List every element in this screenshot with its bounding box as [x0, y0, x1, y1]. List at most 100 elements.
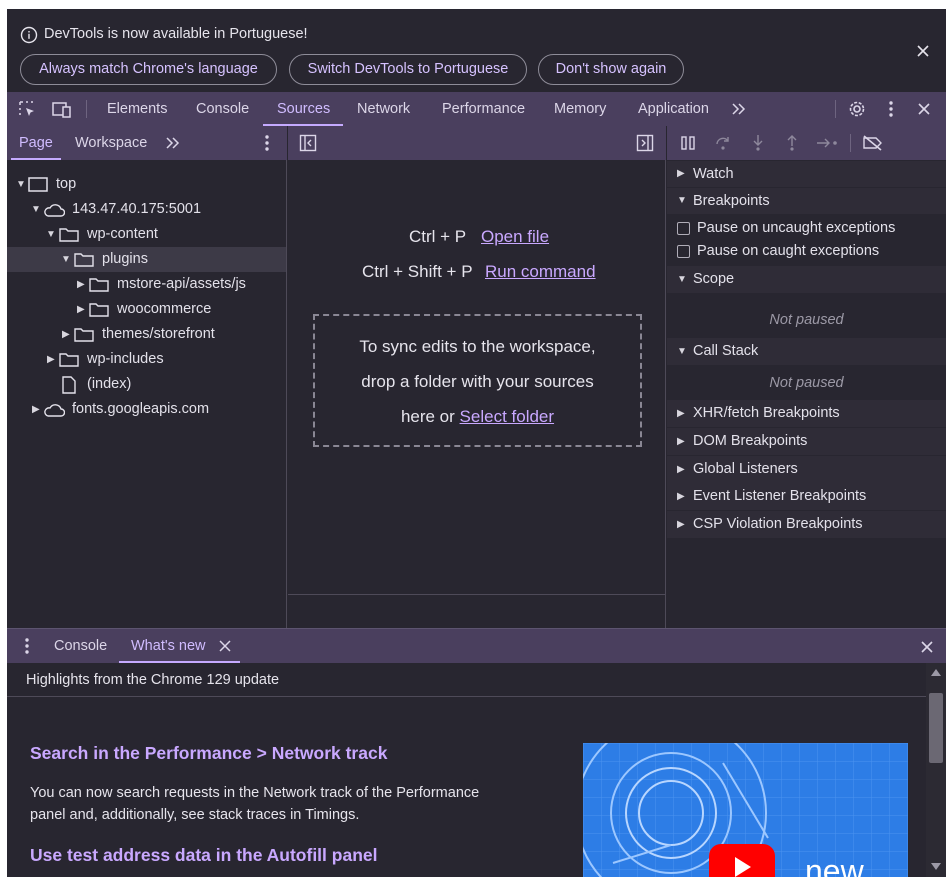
more-tabs-chevron-icon[interactable] [731, 102, 747, 116]
navigator-menu-icon[interactable] [264, 134, 270, 152]
settings-gear-icon[interactable] [847, 99, 867, 119]
more-tabs-chevron-icon[interactable] [165, 136, 181, 150]
tree-item-plugins[interactable]: ▼ plugins [7, 247, 286, 272]
switch-to-portuguese-button[interactable]: Switch DevTools to Portuguese [289, 54, 527, 85]
scope-section-header[interactable]: ▼ Scope [667, 266, 946, 293]
close-infobar-icon[interactable] [916, 44, 930, 58]
pause-icon[interactable] [680, 135, 696, 151]
tab-workspace[interactable]: Workspace [75, 126, 147, 160]
expanded-arrow-icon: ▼ [677, 195, 687, 206]
toggle-navigator-icon[interactable] [299, 134, 317, 152]
toolbar-divider [835, 100, 836, 118]
global-listeners-header[interactable]: ▶ Global Listeners [667, 456, 946, 483]
folder-icon [89, 303, 109, 317]
scrollbar-thumb[interactable] [929, 693, 943, 763]
tree-item-fonts-googleapis[interactable]: ▶ fonts.googleapis.com [7, 397, 286, 422]
tab-performance[interactable]: Performance [442, 92, 525, 126]
workspace-drop-zone[interactable]: To sync edits to the workspace, drop a f… [313, 314, 642, 447]
dont-show-again-button[interactable]: Don't show again [538, 54, 684, 85]
tree-item-label: top [56, 176, 77, 192]
select-folder-link[interactable]: Select folder [460, 407, 555, 426]
tree-item-woocommerce[interactable]: ▶ woocommerce [7, 297, 286, 322]
checkbox-label: Pause on caught exceptions [697, 243, 880, 259]
expanded-arrow-icon: ▼ [677, 274, 687, 285]
pause-caught-checkbox[interactable] [677, 245, 690, 258]
breakpoints-section-header[interactable]: ▼ Breakpoints [667, 188, 946, 214]
infobar-message: DevTools is now available in Portuguese! [44, 26, 308, 42]
tab-console[interactable]: Console [196, 92, 249, 126]
deactivate-breakpoints-icon[interactable] [862, 135, 884, 151]
tree-item-label: woocommerce [117, 301, 212, 317]
section-label: Watch [693, 166, 734, 182]
tree-item-label: wp-content [87, 226, 158, 242]
drawer-toolbar: Console What's new [7, 628, 946, 663]
csp-violation-breakpoints-header[interactable]: ▶ CSP Violation Breakpoints [667, 511, 946, 538]
dom-breakpoints-header[interactable]: ▶ DOM Breakpoints [667, 428, 946, 455]
collapsed-arrow-icon: ▶ [677, 519, 685, 530]
tree-item-mstore-api[interactable]: ▶ mstore-api/assets/js [7, 272, 286, 297]
drawer-tab-whats-new[interactable]: What's new [131, 629, 206, 663]
more-options-icon[interactable] [888, 100, 894, 118]
inspect-element-icon[interactable] [18, 100, 37, 119]
tree-item-themes-storefront[interactable]: ▶ themes/storefront [7, 322, 286, 347]
always-match-language-button[interactable]: Always match Chrome's language [20, 54, 277, 85]
collapsed-arrow-icon: ▶ [677, 408, 685, 419]
tree-item-wp-content[interactable]: ▼ wp-content [7, 222, 286, 247]
run-command-link[interactable]: Run command [485, 262, 596, 282]
drop-text: here or [400, 407, 455, 426]
close-drawer-icon[interactable] [920, 640, 934, 654]
device-toolbar-icon[interactable] [51, 100, 73, 119]
tab-application[interactable]: Application [638, 92, 709, 126]
drawer-menu-icon[interactable] [24, 637, 30, 655]
tab-sources[interactable]: Sources [277, 92, 330, 126]
watch-section-header[interactable]: ▶ Watch [667, 161, 946, 187]
tab-elements[interactable]: Elements [107, 92, 167, 126]
drop-text-line: here or Select folder [315, 399, 640, 434]
tree-item-host[interactable]: ▼ 143.47.40.175:5001 [7, 197, 286, 222]
scroll-up-icon[interactable] [931, 669, 941, 676]
checkbox-label: Pause on uncaught exceptions [697, 220, 896, 236]
drop-text: drop a folder with your sources [361, 372, 594, 391]
tree-item-index[interactable]: (index) [7, 372, 286, 397]
xhr-breakpoints-header[interactable]: ▶ XHR/fetch Breakpoints [667, 400, 946, 427]
tree-item-label: themes/storefront [102, 326, 215, 342]
tree-item-wp-includes[interactable]: ▶ wp-includes [7, 347, 286, 372]
tab-memory[interactable]: Memory [554, 92, 606, 126]
collapsed-arrow-icon: ▶ [47, 354, 55, 365]
section-label: Breakpoints [693, 193, 770, 209]
youtube-play-icon[interactable] [709, 844, 775, 877]
step-over-icon[interactable] [714, 135, 732, 151]
collapsed-arrow-icon: ▶ [677, 436, 685, 447]
expanded-arrow-icon: ▼ [677, 346, 687, 357]
step-out-icon[interactable] [785, 134, 799, 152]
editor-panel: Ctrl + P Open file Ctrl + Shift + P Run … [288, 126, 666, 628]
step-icon[interactable] [816, 136, 840, 150]
description-line: You can now search requests in the Netwo… [30, 785, 480, 801]
tree-item-top[interactable]: ▼ top [7, 172, 286, 197]
step-into-icon[interactable] [751, 134, 765, 152]
video-thumbnail[interactable]: new [583, 743, 908, 877]
folder-icon [59, 228, 79, 242]
editor-status-divider [288, 594, 666, 595]
call-stack-section-header[interactable]: ▼ Call Stack [667, 338, 946, 365]
collapsed-arrow-icon: ▶ [77, 279, 85, 290]
open-file-link[interactable]: Open file [481, 227, 549, 247]
feature-heading[interactable]: Search in the Performance > Network trac… [30, 743, 387, 764]
scope-not-paused: Not paused [769, 312, 844, 328]
debugger-toolbar [667, 126, 946, 160]
scroll-down-icon[interactable] [931, 863, 941, 870]
close-devtools-icon[interactable] [917, 102, 931, 116]
pause-uncaught-checkbox[interactable] [677, 222, 690, 235]
collapsed-arrow-icon: ▶ [62, 329, 70, 340]
tab-network[interactable]: Network [357, 92, 410, 126]
drawer-tab-console[interactable]: Console [54, 629, 107, 663]
tab-page[interactable]: Page [19, 126, 53, 160]
toggle-debugger-icon[interactable] [636, 134, 654, 152]
drawer-scrollbar[interactable] [926, 663, 946, 877]
video-label: new [805, 853, 864, 877]
pause-uncaught-row: Pause on uncaught exceptions [667, 217, 946, 240]
feature-heading[interactable]: Use test address data in the Autofill pa… [30, 845, 377, 866]
whats-new-panel: Highlights from the Chrome 129 update Se… [7, 663, 946, 877]
event-listener-breakpoints-header[interactable]: ▶ Event Listener Breakpoints [667, 483, 946, 510]
close-tab-icon[interactable] [219, 640, 231, 652]
